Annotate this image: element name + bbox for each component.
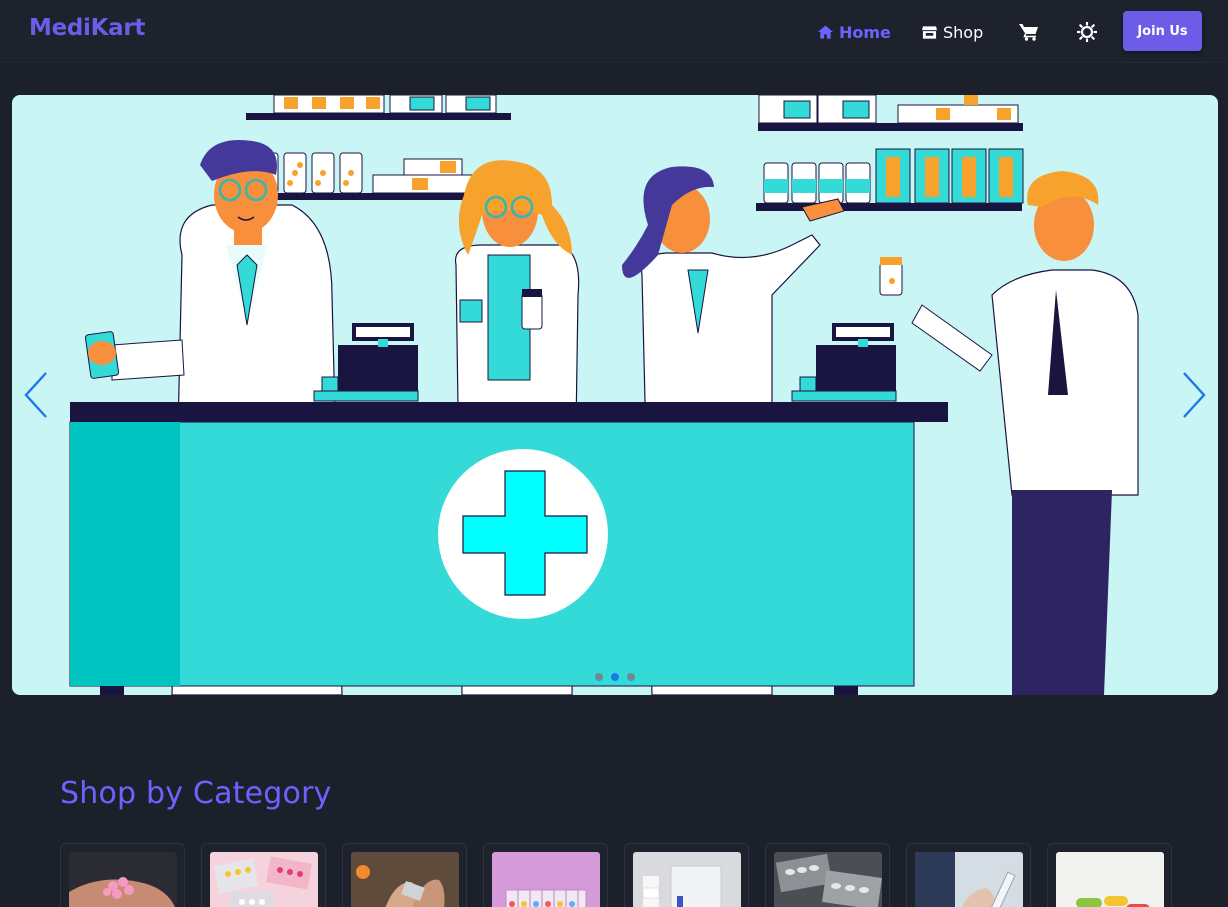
navbar: MediKart Home Shop Join Us <box>0 0 1228 63</box>
category-card[interactable] <box>60 843 185 907</box>
category-image-pill-organizer[interactable] <box>492 852 600 907</box>
nav-shop[interactable]: Shop <box>922 20 983 44</box>
cart-icon <box>1019 24 1038 41</box>
pharmacy-illustration <box>69 95 1139 695</box>
category-card[interactable] <box>483 843 608 907</box>
category-card[interactable] <box>624 843 749 907</box>
section-title-categories: Shop by Category <box>60 776 332 811</box>
carousel-indicators <box>595 673 635 681</box>
category-image-capsules-assorted[interactable] <box>1056 852 1164 907</box>
hero-carousel <box>12 95 1218 695</box>
home-icon <box>818 25 833 39</box>
join-us-button[interactable]: Join Us <box>1123 11 1202 51</box>
category-card[interactable] <box>765 843 890 907</box>
category-card[interactable] <box>342 843 467 907</box>
category-card[interactable] <box>906 843 1031 907</box>
carousel-indicator-3[interactable] <box>627 673 635 681</box>
category-image-hand-holding-syringe[interactable] <box>915 852 1023 907</box>
category-card[interactable] <box>1047 843 1172 907</box>
sun-icon <box>1077 22 1097 42</box>
carousel-indicator-2[interactable] <box>611 673 619 681</box>
nav-shop-label: Shop <box>943 22 984 42</box>
store-icon <box>922 26 937 39</box>
category-image-hands-opening-pack[interactable] <box>351 852 459 907</box>
carousel-prev-button[interactable] <box>22 371 52 419</box>
category-card[interactable] <box>201 843 326 907</box>
nav-home-label: Home <box>839 22 891 42</box>
category-image-blister-packs-colorful[interactable] <box>210 852 318 907</box>
chevron-right-icon <box>1183 372 1206 418</box>
carousel-next-button[interactable] <box>1178 371 1208 419</box>
category-image-tablet-strips[interactable] <box>774 852 882 907</box>
chevron-left-icon <box>24 372 47 418</box>
nav-home[interactable]: Home <box>818 20 891 44</box>
category-image-medicine-bottle-box[interactable] <box>633 852 741 907</box>
brand-logo[interactable]: MediKart <box>29 15 145 41</box>
carousel-indicator-1[interactable] <box>595 673 603 681</box>
category-image-pills-in-hand[interactable] <box>69 852 177 907</box>
cart-button[interactable] <box>1019 20 1039 44</box>
theme-toggle[interactable] <box>1077 20 1097 44</box>
